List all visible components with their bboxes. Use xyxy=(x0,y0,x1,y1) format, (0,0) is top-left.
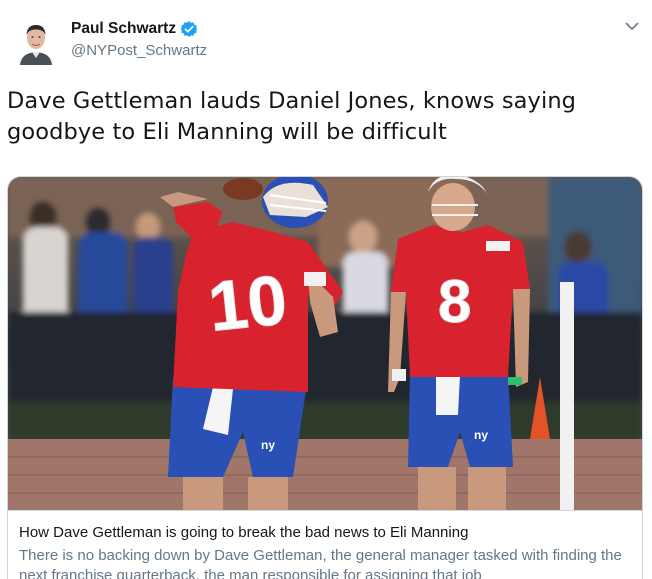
author-name[interactable]: Paul Schwartz xyxy=(71,20,176,38)
tweet: Paul Schwartz @NYPost_Schwartz Dave Gett… xyxy=(0,0,652,579)
left-player-number: 10 xyxy=(205,260,291,346)
card-title[interactable]: How Dave Gettleman is going to break the… xyxy=(19,524,468,541)
left-shorts-logo: ny xyxy=(261,438,275,452)
tweet-text: Dave Gettleman lauds Daniel Jones, knows… xyxy=(7,88,577,145)
card-description[interactable]: There is no backing down by Dave Gettlem… xyxy=(19,546,624,579)
author-handle[interactable]: @NYPost_Schwartz xyxy=(71,42,207,59)
right-player-number: 8 xyxy=(438,268,471,335)
verified-badge-icon xyxy=(180,21,198,37)
author-name-row[interactable]: Paul Schwartz xyxy=(71,20,198,38)
card-text[interactable]: How Dave Gettleman is going to break the… xyxy=(8,510,642,579)
avatar[interactable] xyxy=(17,17,55,65)
link-card[interactable]: 10 ny 8 ny How Dave Gettleman is going t… xyxy=(7,176,643,579)
right-shorts-logo: ny xyxy=(474,428,488,442)
chevron-down-icon[interactable] xyxy=(624,18,640,34)
card-image[interactable]: 10 ny 8 ny xyxy=(8,177,642,510)
